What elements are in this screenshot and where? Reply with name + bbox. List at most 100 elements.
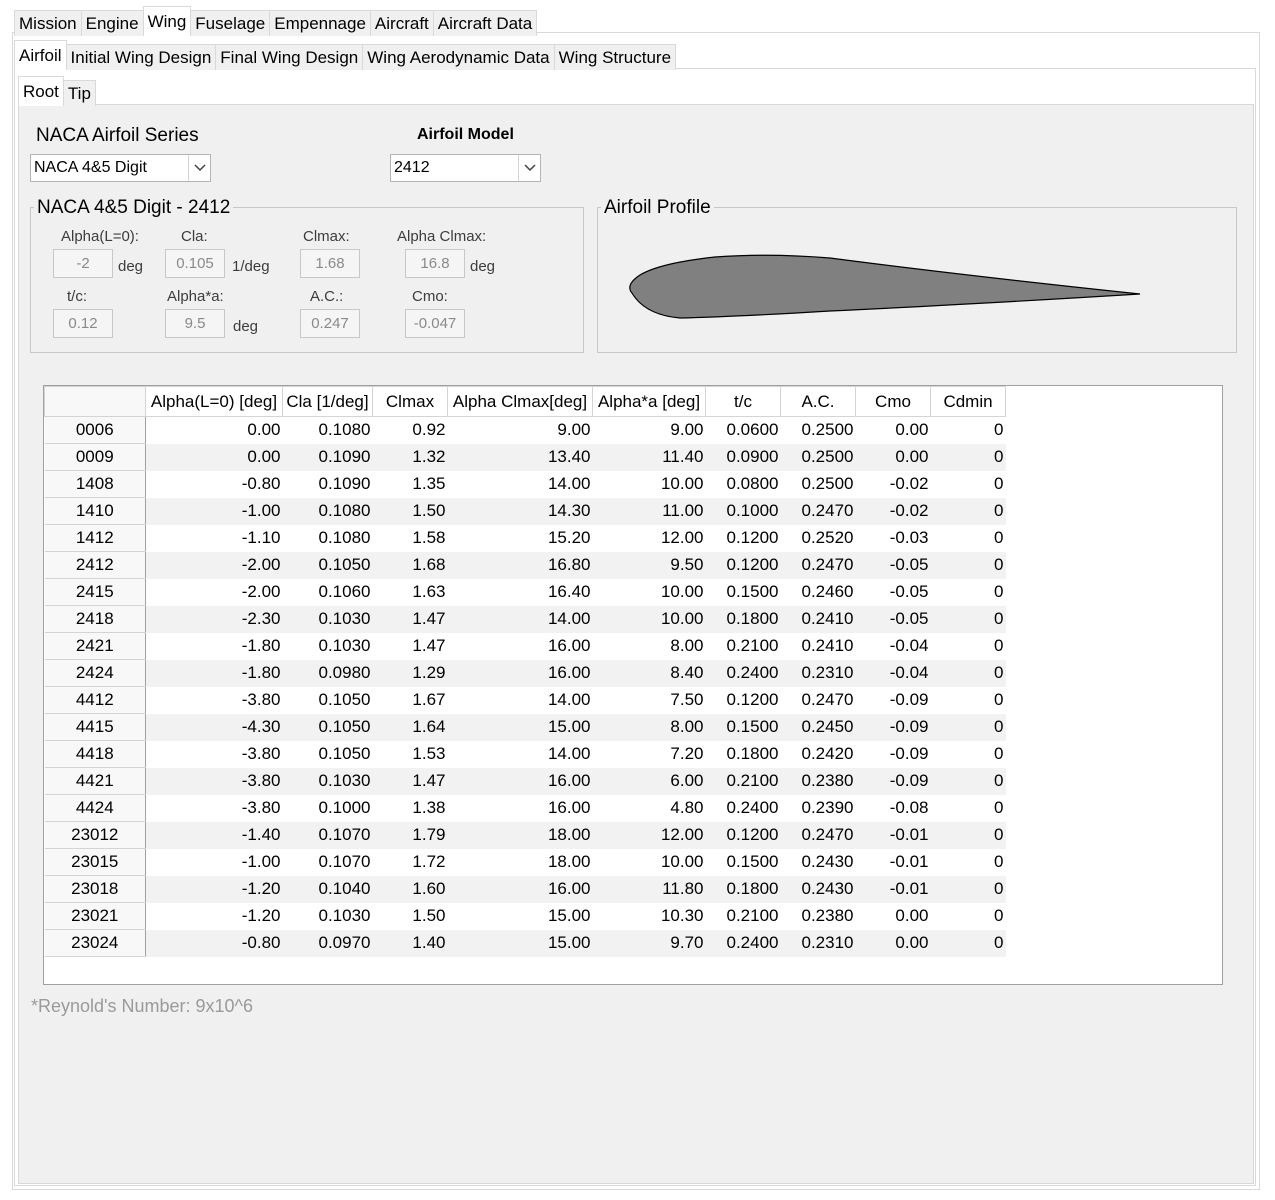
table-cell[interactable]: 0.1000 xyxy=(282,794,373,822)
alpha-a-field[interactable]: 9.5 xyxy=(165,309,225,338)
alpha-clmax-field[interactable]: 16.8 xyxy=(405,249,465,278)
table-cell[interactable]: 0 xyxy=(930,929,1006,957)
table-cell[interactable]: 0 xyxy=(930,686,1006,714)
table-cell[interactable]: 1.32 xyxy=(372,443,448,471)
table-cell[interactable]: 1.47 xyxy=(372,767,448,795)
table-cell[interactable]: 0.2310 xyxy=(780,929,856,957)
table-cell[interactable]: 8.00 xyxy=(592,632,706,660)
table-row[interactable]: 23012 -1.40 0.1070 1.79 18.00 12.00 0.1200 0.24… xyxy=(44,821,1006,849)
table-cell[interactable]: 0.1080 xyxy=(282,497,373,525)
row-header[interactable]: 0006 xyxy=(44,416,146,444)
table-cell[interactable]: -1.40 xyxy=(145,821,283,849)
table-cell[interactable]: 0.00 xyxy=(855,443,931,471)
table-cell[interactable]: 0.00 xyxy=(855,929,931,957)
row-header[interactable]: 0009 xyxy=(44,443,146,471)
table-cell[interactable]: -0.01 xyxy=(855,848,931,876)
table-cell[interactable]: 14.00 xyxy=(447,605,593,633)
table-cell[interactable]: 0.2500 xyxy=(780,416,856,444)
table-cell[interactable]: 15.00 xyxy=(447,713,593,741)
table-row[interactable]: 4415 -4.30 0.1050 1.64 15.00 8.00 0.1500 0.2450… xyxy=(44,713,1006,741)
table-row[interactable]: 23024 -0.80 0.0970 1.40 15.00 9.70 0.2400 0.231… xyxy=(44,929,1006,957)
table-cell[interactable]: 0.2430 xyxy=(780,848,856,876)
table-cell[interactable]: 13.40 xyxy=(447,443,593,471)
table-cell[interactable]: 16.00 xyxy=(447,875,593,903)
table-cell[interactable]: 0.0600 xyxy=(705,416,781,444)
table-cell[interactable]: 0.2460 xyxy=(780,578,856,606)
airfoil-data-table[interactable]: Alpha(L=0) [deg] Cla [1/deg] Clmax Alpha Cl… xyxy=(43,385,1223,985)
table-cell[interactable]: 0 xyxy=(930,443,1006,471)
cmo-field[interactable]: -0.047 xyxy=(405,309,465,338)
table-cell[interactable]: -0.80 xyxy=(145,470,283,498)
table-cell[interactable]: 10.00 xyxy=(592,578,706,606)
table-cell[interactable]: 0.0800 xyxy=(705,470,781,498)
tab-final-wing-design[interactable]: Final Wing Design xyxy=(215,44,364,70)
table-cell[interactable]: 0.1200 xyxy=(705,524,781,552)
tab-airfoil[interactable]: Airfoil xyxy=(14,40,67,70)
table-row[interactable]: 1410 -1.00 0.1080 1.50 14.30 11.00 0.1000 0.247… xyxy=(44,497,1006,525)
table-cell[interactable]: 0.1030 xyxy=(282,605,373,633)
table-cell[interactable]: 15.00 xyxy=(447,929,593,957)
table-cell[interactable]: 0.1000 xyxy=(705,497,781,525)
table-cell[interactable]: 0.1030 xyxy=(282,902,373,930)
tab-wing-structure[interactable]: Wing Structure xyxy=(553,44,677,70)
table-cell[interactable]: 0.2450 xyxy=(780,713,856,741)
table-cell[interactable]: 0 xyxy=(930,740,1006,768)
table-cell[interactable]: 1.58 xyxy=(372,524,448,552)
row-header[interactable]: 4421 xyxy=(44,767,146,795)
row-header[interactable]: 1410 xyxy=(44,497,146,525)
table-cell[interactable]: -1.00 xyxy=(145,497,283,525)
row-header[interactable]: 2415 xyxy=(44,578,146,606)
tab-tip[interactable]: Tip xyxy=(62,80,96,106)
table-cell[interactable]: 0.2380 xyxy=(780,902,856,930)
table-row[interactable]: 1408 -0.80 0.1090 1.35 14.00 10.00 0.0800 0.250… xyxy=(44,470,1006,498)
table-cell[interactable]: 0.2410 xyxy=(780,632,856,660)
tab-fuselage[interactable]: Fuselage xyxy=(190,10,271,36)
model-dropdown[interactable]: 2412 xyxy=(390,154,541,182)
tab-root[interactable]: Root xyxy=(18,76,64,106)
table-cell[interactable]: -0.03 xyxy=(855,524,931,552)
table-cell[interactable]: -1.20 xyxy=(145,875,283,903)
column-header[interactable]: Clmax xyxy=(372,386,448,417)
table-cell[interactable]: 14.00 xyxy=(447,470,593,498)
column-header[interactable]: Alpha*a [deg] xyxy=(592,386,706,417)
table-cell[interactable]: 9.50 xyxy=(592,551,706,579)
table-cell[interactable]: 16.00 xyxy=(447,659,593,687)
table-cell[interactable]: 10.30 xyxy=(592,902,706,930)
table-cell[interactable]: -1.00 xyxy=(145,848,283,876)
table-cell[interactable]: 16.40 xyxy=(447,578,593,606)
row-header[interactable]: 2412 xyxy=(44,551,146,579)
table-cell[interactable]: -0.09 xyxy=(855,740,931,768)
table-cell[interactable]: 0.1200 xyxy=(705,551,781,579)
table-cell[interactable]: 0 xyxy=(930,875,1006,903)
table-cell[interactable]: 0 xyxy=(930,659,1006,687)
table-cell[interactable]: -0.05 xyxy=(855,605,931,633)
table-cell[interactable]: 0 xyxy=(930,497,1006,525)
table-cell[interactable]: 1.67 xyxy=(372,686,448,714)
table-cell[interactable]: 1.68 xyxy=(372,551,448,579)
table-cell[interactable]: 14.00 xyxy=(447,740,593,768)
row-header[interactable]: 23012 xyxy=(44,821,146,849)
table-cell[interactable]: 0.2520 xyxy=(780,524,856,552)
table-row[interactable]: 4418 -3.80 0.1050 1.53 14.00 7.20 0.1800 0.2420… xyxy=(44,740,1006,768)
table-cell[interactable]: -0.08 xyxy=(855,794,931,822)
row-header[interactable]: 23024 xyxy=(44,929,146,957)
table-cell[interactable]: 11.40 xyxy=(592,443,706,471)
table-cell[interactable]: -1.20 xyxy=(145,902,283,930)
table-cell[interactable]: 11.80 xyxy=(592,875,706,903)
table-cell[interactable]: 0.2500 xyxy=(780,470,856,498)
table-row[interactable]: 2415 -2.00 0.1060 1.63 16.40 10.00 0.1500 0.246… xyxy=(44,578,1006,606)
alpha-l0-field[interactable]: -2 xyxy=(53,249,113,278)
table-cell[interactable]: 0.2310 xyxy=(780,659,856,687)
table-cell[interactable]: 12.00 xyxy=(592,524,706,552)
table-cell[interactable]: 0.1500 xyxy=(705,578,781,606)
table-cell[interactable]: 0.1090 xyxy=(282,470,373,498)
row-header[interactable]: 4415 xyxy=(44,713,146,741)
table-cell[interactable]: 1.79 xyxy=(372,821,448,849)
table-cell[interactable]: -2.30 xyxy=(145,605,283,633)
table-cell[interactable]: -0.04 xyxy=(855,632,931,660)
table-cell[interactable]: 0.1500 xyxy=(705,848,781,876)
tab-aircraft[interactable]: Aircraft xyxy=(369,10,434,36)
table-cell[interactable]: 9.00 xyxy=(592,416,706,444)
clmax-field[interactable]: 1.68 xyxy=(300,249,360,278)
table-cell[interactable]: -1.10 xyxy=(145,524,283,552)
